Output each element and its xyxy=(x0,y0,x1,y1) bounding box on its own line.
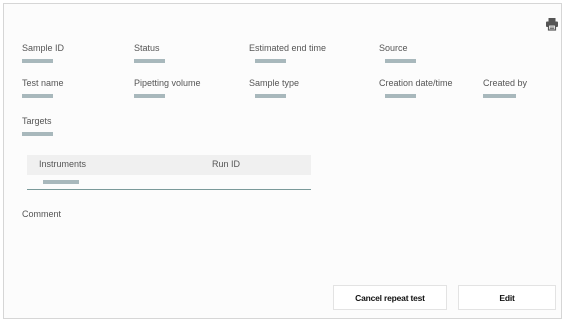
field-source: Source xyxy=(379,43,416,63)
field-label: Sample type xyxy=(249,78,300,88)
value-placeholder xyxy=(43,180,79,184)
field-status: Status xyxy=(134,43,165,63)
field-label: Sample ID xyxy=(22,43,65,53)
cancel-repeat-test-button[interactable]: Cancel repeat test xyxy=(333,285,447,310)
column-header-run-id: Run ID xyxy=(212,159,241,169)
value-placeholder xyxy=(134,59,165,63)
field-targets: Targets xyxy=(22,116,53,136)
table-header: Instruments Run ID xyxy=(27,155,311,175)
field-label: Status xyxy=(134,43,160,53)
value-placeholder xyxy=(385,59,416,63)
field-sample-type: Sample type xyxy=(249,78,299,98)
field-label: Created by xyxy=(483,78,528,88)
field-label: Pipetting volume xyxy=(134,78,201,88)
value-placeholder xyxy=(385,94,416,98)
field-created-by: Created by xyxy=(483,78,527,98)
field-label: Creation date/time xyxy=(379,78,453,88)
value-placeholder xyxy=(22,132,53,136)
field-label: Targets xyxy=(22,116,52,126)
field-estimated-end-time: Estimated end time xyxy=(249,43,326,63)
edit-button[interactable]: Edit xyxy=(458,285,556,310)
instruments-table: Instruments Run ID xyxy=(27,155,311,190)
comment-label: Comment xyxy=(22,209,62,219)
field-test-name: Test name xyxy=(22,78,64,98)
value-placeholder xyxy=(22,59,53,63)
field-pipetting-volume: Pipetting volume xyxy=(134,78,201,98)
column-header-instruments: Instruments xyxy=(39,159,87,169)
value-placeholder xyxy=(255,94,286,98)
value-placeholder xyxy=(255,59,286,63)
field-label: Source xyxy=(379,43,408,53)
field-sample-id: Sample ID xyxy=(22,43,64,63)
field-creation-datetime: Creation date/time xyxy=(379,78,453,98)
value-placeholder xyxy=(483,94,516,98)
value-placeholder xyxy=(22,94,53,98)
field-label: Estimated end time xyxy=(249,43,327,53)
value-placeholder xyxy=(134,94,165,98)
table-row[interactable] xyxy=(27,175,311,190)
print-icon[interactable] xyxy=(545,17,559,31)
field-label: Test name xyxy=(22,78,64,88)
